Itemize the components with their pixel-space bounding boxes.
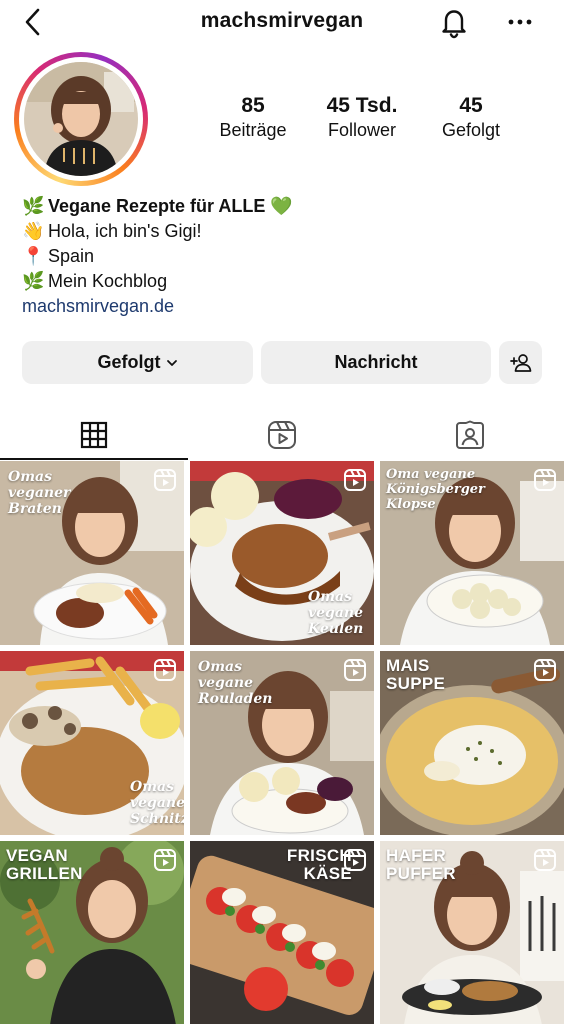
reel-icon [344,469,366,491]
post-caption: FRISCH KÄSE [286,846,352,883]
reels-icon [268,421,296,449]
stat-posts[interactable]: 85 Beiträge [198,94,308,142]
bio-line: 🌿 Vegane Rezepte für ALLE 💚 [22,194,542,219]
profile-username: machsmirvegan [200,9,364,32]
following-button-label: Gefolgt [97,352,161,372]
reel-icon [534,849,556,871]
post-caption: Oma vegane Königsberger Klopse [386,467,485,512]
post-thumbnail[interactable]: VEGAN GRILLEN [0,841,184,1024]
reel-icon [534,469,556,491]
following-button[interactable]: Gefolgt [22,341,253,384]
bio-text: Mein Kochblog [48,271,168,291]
post-caption: Omas vegane Rouladen [198,659,273,707]
post-thumbnail[interactable]: Omas vegane Keulen [190,461,374,645]
chevron-down-icon [166,359,177,366]
reel-icon [154,849,176,871]
herb-emoji: 🌿 [22,271,45,291]
add-user-icon [509,353,531,372]
avatar-photo [24,62,138,176]
post-thumbnail[interactable]: Omas vegane Rouladen [190,651,374,835]
bio-text: Hola, ich bin's Gigi! [48,221,202,241]
post-caption: Omas veganer Braten [8,469,71,517]
herb-emoji: 🌿 [22,196,45,216]
post-thumbnail[interactable]: Oma vegane Königsberger Klopse [380,461,564,645]
chevron-left-icon[interactable] [18,6,50,38]
post-caption: HAFER PUFFER [386,846,456,883]
more-horizontal-icon[interactable] [504,6,536,38]
reel-icon [154,469,176,491]
post-thumbnail[interactable]: MAIS SUPPE [380,651,564,835]
add-user-button[interactable] [499,341,542,384]
tagged-icon [456,420,484,449]
post-grid: Omas veganer Braten Omas vegane Keulen O… [0,461,564,1024]
wave-emoji: 👋 [22,221,45,241]
profile-tabs [0,410,564,460]
post-caption: VEGAN GRILLEN [6,846,83,883]
tab-posts[interactable] [0,410,188,460]
post-caption: Omas vegane Schnitzel [130,779,184,827]
bio-line: 📍 Spain [22,244,542,269]
reel-icon [154,659,176,681]
message-button-label: Nachricht [334,352,418,372]
reel-icon [344,659,366,681]
posts-count: 85 [241,94,265,117]
bell-icon[interactable] [436,4,472,40]
post-caption: MAIS SUPPE [386,656,446,693]
followers-count: 45 Tsd. [326,94,398,117]
reel-icon [344,849,366,871]
stat-following[interactable]: 45 Gefolgt [416,94,526,142]
post-thumbnail[interactable]: HAFER PUFFER [380,841,564,1024]
posts-label: Beiträge [219,120,287,140]
avatar-border [19,57,143,181]
post-thumbnail[interactable]: Omas veganer Braten [0,461,184,645]
avatar [24,62,138,176]
bio-text: Spain [48,246,95,266]
tab-tagged[interactable] [376,410,564,460]
bio-line: 👋 Hola, ich bin's Gigi! [22,219,542,244]
story-ring[interactable] [14,52,148,186]
website-link[interactable]: machsmirvegan.de [22,294,542,319]
grid-icon [80,421,108,449]
bio-text: Vegane Rezepte für ALLE 💚 [48,196,293,216]
tab-reels[interactable] [188,410,376,460]
stat-followers[interactable]: 45 Tsd. Follower [307,94,417,142]
bio: 🌿 Vegane Rezepte für ALLE 💚 👋 Hola, ich … [22,194,542,319]
pin-emoji: 📍 [22,246,45,266]
bio-line: 🌿 Mein Kochblog [22,269,542,294]
post-thumbnail[interactable]: FRISCH KÄSE [190,841,374,1024]
reel-icon [534,659,556,681]
followers-label: Follower [327,120,397,140]
following-count: 45 [459,94,483,117]
post-caption: Omas vegane Keulen [308,589,364,637]
top-bar: machsmirvegan [0,0,564,44]
message-button[interactable]: Nachricht [261,341,491,384]
following-label: Gefolgt [441,120,501,140]
post-thumbnail[interactable]: Omas vegane Schnitzel [0,651,184,835]
